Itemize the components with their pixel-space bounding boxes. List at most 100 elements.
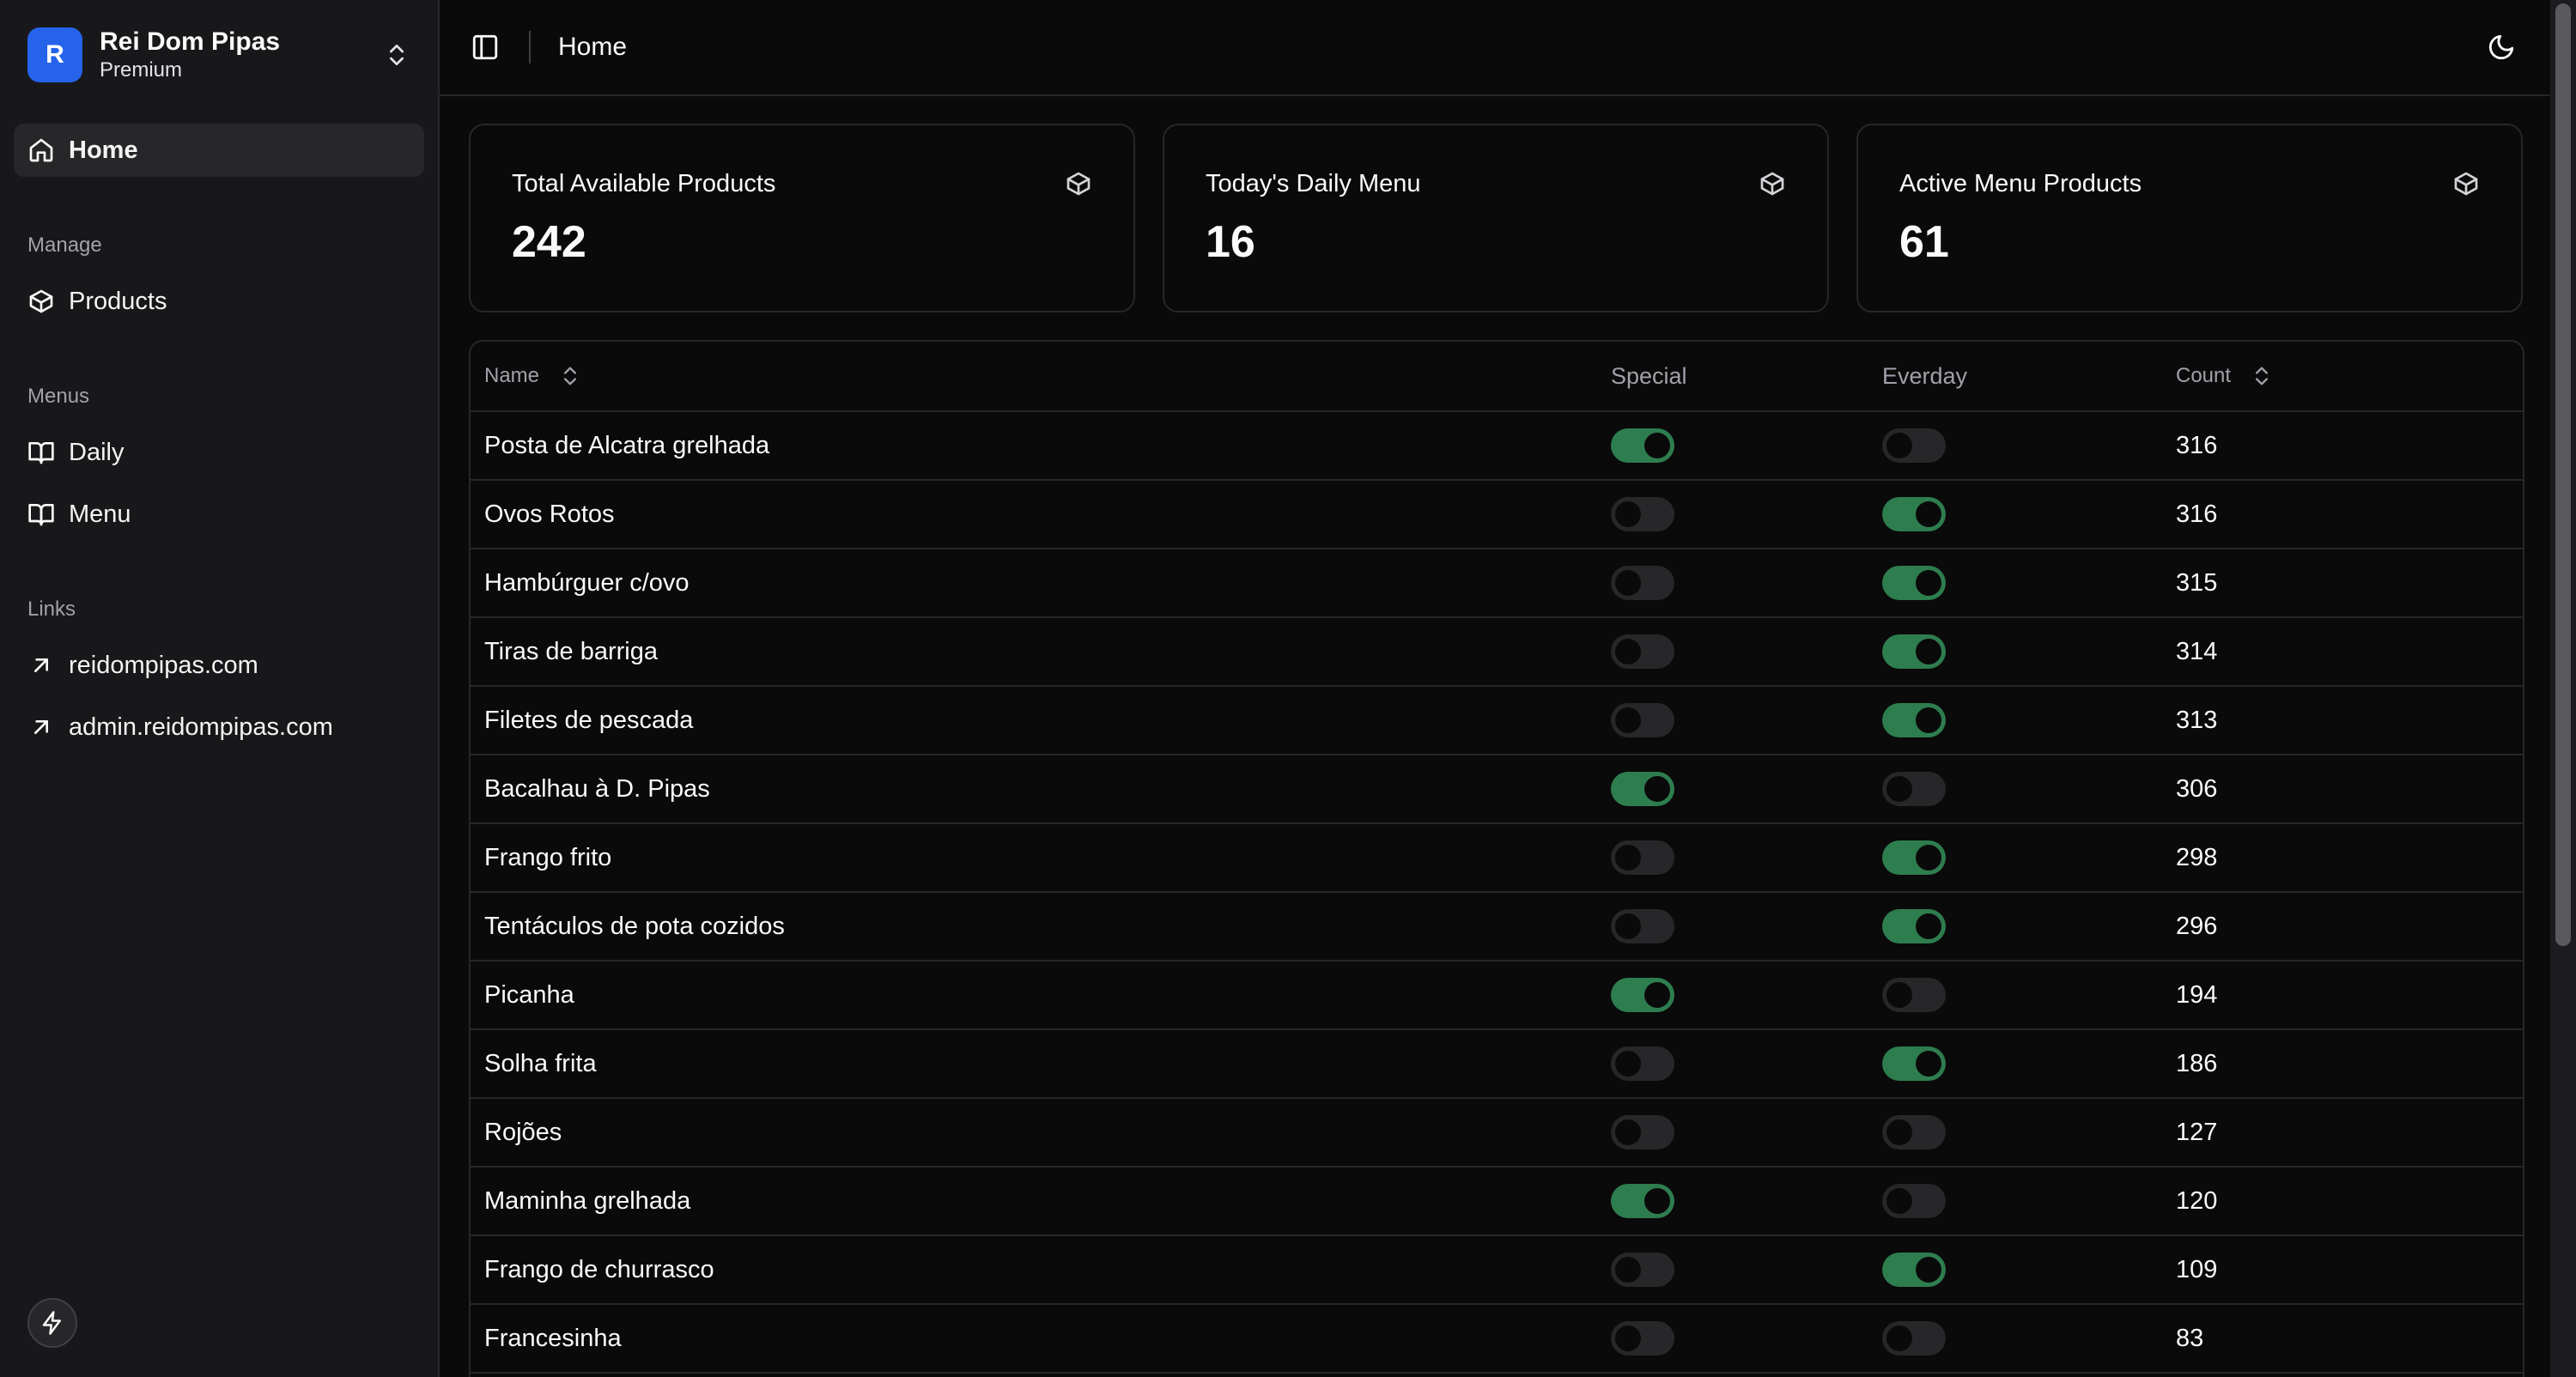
special-toggle[interactable]	[1611, 566, 1674, 600]
scrollbar-thumb[interactable]	[2555, 3, 2571, 946]
special-toggle[interactable]	[1611, 1184, 1674, 1218]
toggle-knob	[1886, 982, 1912, 1008]
product-count: 83	[2176, 1324, 2204, 1352]
product-name: Posta de Alcatra grelhada	[484, 431, 770, 459]
brand-name: Rei Dom Pipas	[100, 27, 281, 56]
special-toggle[interactable]	[1611, 703, 1674, 737]
special-toggle[interactable]	[1611, 1321, 1674, 1356]
product-name: Tiras de barriga	[484, 637, 659, 665]
special-cell	[1611, 618, 1674, 685]
sidebar-item-daily[interactable]: Daily	[14, 426, 424, 479]
table-row: Tiras de barriga 314	[471, 618, 2523, 687]
special-cell	[1611, 412, 1674, 479]
product-name: Filetes de pescada	[484, 706, 694, 734]
everyday-toggle[interactable]	[1882, 840, 1946, 875]
product-count: 109	[2176, 1255, 2218, 1283]
arrow-up-right-icon	[33, 720, 48, 734]
topbar: Home	[440, 0, 2550, 96]
package-icon	[1066, 172, 1091, 196]
toggle-knob	[1886, 433, 1912, 458]
sidebar-item-label: Home	[69, 136, 138, 164]
everyday-cell	[1882, 549, 1946, 616]
sidebar-item-menu[interactable]: Menu	[14, 488, 424, 541]
everyday-toggle[interactable]	[1882, 428, 1946, 463]
toggle-knob	[1916, 845, 1941, 870]
table-row: Tentáculos de pota cozidos 296	[471, 893, 2523, 961]
toggle-knob	[1886, 1325, 1912, 1351]
sidebar: R Rei Dom Pipas Premium Home Manage Prod…	[0, 0, 440, 1377]
everyday-toggle[interactable]	[1882, 1184, 1946, 1218]
everyday-toggle[interactable]	[1882, 1046, 1946, 1081]
sidebar-item-products[interactable]: Products	[14, 275, 424, 328]
special-toggle[interactable]	[1611, 497, 1674, 531]
everyday-toggle[interactable]	[1882, 1321, 1946, 1356]
toggle-knob	[1615, 570, 1641, 596]
special-cell	[1611, 824, 1674, 891]
special-cell	[1611, 961, 1674, 1028]
special-toggle[interactable]	[1611, 1046, 1674, 1081]
everyday-toggle[interactable]	[1882, 978, 1946, 1012]
sidebar-link-site[interactable]: reidompipas.com	[14, 639, 424, 692]
toggle-knob	[1644, 433, 1670, 458]
package-icon	[1760, 172, 1784, 196]
special-toggle[interactable]	[1611, 978, 1674, 1012]
special-toggle[interactable]	[1611, 772, 1674, 806]
product-name: Frango frito	[484, 843, 612, 871]
everyday-toggle[interactable]	[1882, 703, 1946, 737]
book-open-icon	[28, 442, 54, 464]
column-header-name[interactable]: Name	[484, 342, 582, 410]
panel-left-icon[interactable]	[471, 33, 500, 62]
team-switcher[interactable]: R Rei Dom Pipas Premium	[14, 17, 426, 93]
everyday-toggle[interactable]	[1882, 1115, 1946, 1150]
special-cell	[1611, 1030, 1674, 1097]
everyday-toggle[interactable]	[1882, 1253, 1946, 1287]
toggle-knob	[1916, 570, 1941, 596]
everyday-toggle[interactable]	[1882, 909, 1946, 943]
toggle-knob	[1615, 1257, 1641, 1283]
stat-title: Active Menu Products	[1899, 170, 2142, 197]
toggle-knob	[1886, 1119, 1912, 1145]
special-toggle[interactable]	[1611, 840, 1674, 875]
product-name: Solha frita	[484, 1049, 597, 1077]
moon-icon[interactable]	[2487, 33, 2516, 62]
toggle-knob	[1886, 1188, 1912, 1214]
product-name: Frango de churrasco	[484, 1255, 714, 1283]
special-cell	[1611, 1099, 1674, 1166]
toggle-knob	[1644, 1188, 1670, 1214]
column-header-count[interactable]: Count	[2176, 342, 2274, 410]
table-row: Bacalhau à D. Pipas 306	[471, 755, 2523, 824]
special-toggle[interactable]	[1611, 1115, 1674, 1150]
everyday-cell	[1882, 481, 1946, 548]
group-label-menus: Menus	[27, 385, 90, 408]
everyday-cell	[1882, 687, 1946, 754]
special-toggle[interactable]	[1611, 428, 1674, 463]
everyday-toggle[interactable]	[1882, 634, 1946, 669]
special-toggle[interactable]	[1611, 909, 1674, 943]
sidebar-item-label: Products	[69, 287, 167, 315]
package-icon	[29, 289, 53, 313]
everyday-toggle[interactable]	[1882, 772, 1946, 806]
special-toggle[interactable]	[1611, 634, 1674, 669]
products-table: Name Special Everday Count Posta de Alca…	[469, 340, 2524, 1377]
brand-logo: R	[27, 27, 82, 82]
sidebar-item-label: Daily	[69, 438, 125, 466]
quick-action-button[interactable]	[27, 1298, 77, 1348]
stat-title: Today's Daily Menu	[1206, 170, 1421, 197]
sidebar-link-admin[interactable]: admin.reidompipas.com	[14, 701, 424, 754]
everyday-toggle[interactable]	[1882, 566, 1946, 600]
toggle-knob	[1886, 776, 1912, 802]
special-cell	[1611, 687, 1674, 754]
sidebar-item-home[interactable]: Home	[14, 124, 424, 177]
everyday-toggle[interactable]	[1882, 497, 1946, 531]
product-name: Picanha	[484, 980, 574, 1009]
toggle-knob	[1644, 776, 1670, 802]
special-toggle[interactable]	[1611, 1253, 1674, 1287]
toggle-knob	[1615, 1325, 1641, 1351]
group-label-manage: Manage	[27, 234, 102, 257]
page-scrollbar[interactable]	[2550, 0, 2576, 1377]
stat-value: 16	[1206, 217, 1255, 267]
product-name: Maminha grelhada	[484, 1186, 691, 1215]
table-row: Solha frita 186	[471, 1030, 2523, 1099]
product-name: Tentáculos de pota cozidos	[484, 912, 785, 940]
column-header-special: Special	[1611, 342, 1687, 410]
